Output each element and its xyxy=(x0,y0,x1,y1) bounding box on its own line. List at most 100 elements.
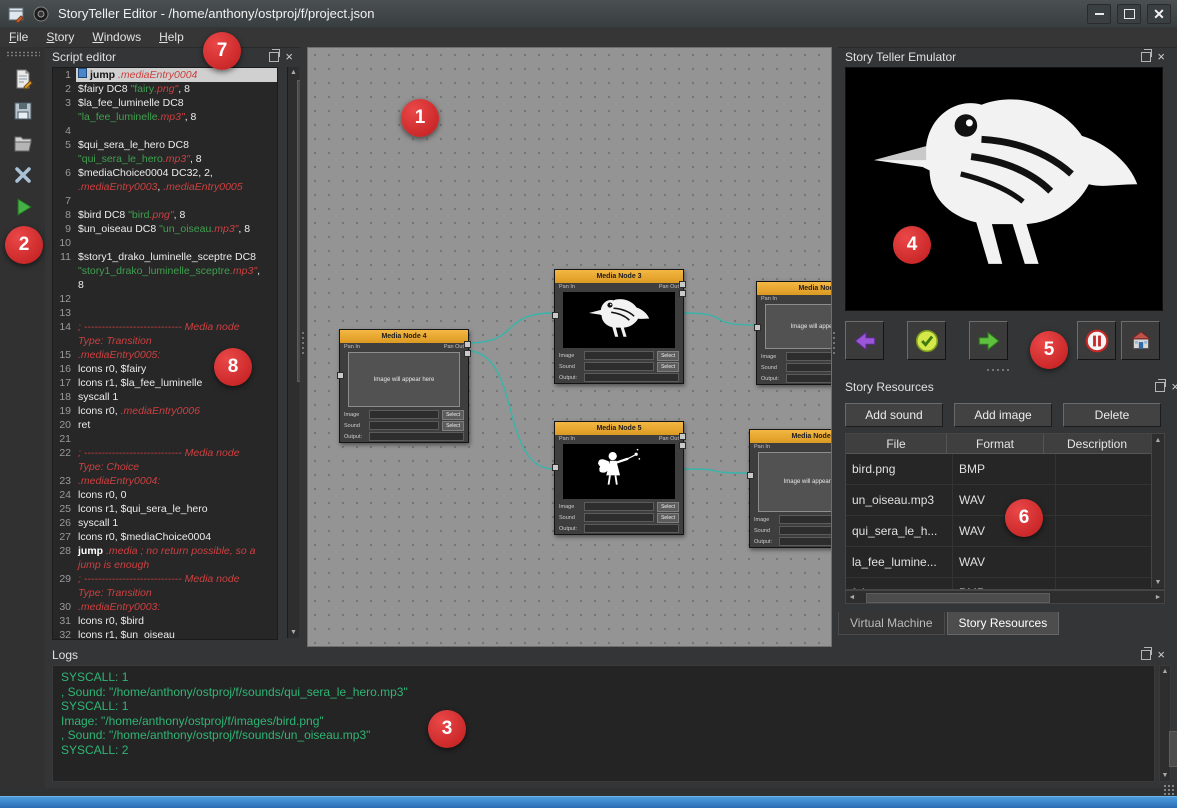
float-panel-icon[interactable] xyxy=(1141,650,1151,660)
script-line[interactable]: jump is enough xyxy=(53,558,277,572)
column-header-description[interactable]: Description xyxy=(1044,434,1150,453)
node-connection[interactable] xyxy=(467,351,554,469)
maximize-button[interactable] xyxy=(1117,4,1141,24)
scroll-up-icon[interactable]: ▲ xyxy=(288,67,299,78)
node-output-pin[interactable] xyxy=(679,281,686,288)
scroll-down-icon[interactable]: ▼ xyxy=(1152,576,1164,588)
close-button[interactable]: ✕ xyxy=(1147,4,1171,24)
script-line[interactable]: 32lcons r1, $un_oiseau xyxy=(53,628,277,640)
node-field-value[interactable] xyxy=(584,373,679,382)
close-panel-icon[interactable]: × xyxy=(1157,650,1165,659)
script-line[interactable]: Type: Transition xyxy=(53,334,277,348)
scroll-right-icon[interactable]: ► xyxy=(1152,591,1164,603)
close-panel-icon[interactable]: × xyxy=(1157,52,1165,61)
node-field-value[interactable] xyxy=(779,537,832,546)
node-connection[interactable] xyxy=(467,313,554,343)
node-title[interactable]: Media Node 5 xyxy=(555,422,683,435)
node-title[interactable]: Media Node 2 xyxy=(757,282,832,295)
node-field-value[interactable] xyxy=(779,515,832,524)
graph-node[interactable]: Media Node 2Pan InPan OutImage will appe… xyxy=(756,281,832,385)
node-select-button[interactable]: Select xyxy=(657,502,679,512)
graph-node[interactable]: Media Node 5Pan InPan OutImageSelectSoun… xyxy=(554,421,684,535)
menu-story[interactable]: Story xyxy=(37,28,83,46)
script-line[interactable]: 3$la_fee_luminelle DC8 xyxy=(53,96,277,110)
close-panel-icon[interactable]: × xyxy=(1171,382,1177,391)
script-line[interactable]: 1jump .mediaEntry0004 xyxy=(53,68,277,82)
script-line[interactable]: "story1_drako_luminelle_sceptre.mp3", xyxy=(53,264,277,278)
node-title[interactable]: Media Node 4 xyxy=(340,330,468,343)
script-line[interactable]: 27lcons r0, $mediaChoice0004 xyxy=(53,530,277,544)
resize-grip[interactable] xyxy=(1163,784,1175,796)
left-splitter[interactable] xyxy=(300,47,307,645)
scroll-down-icon[interactable]: ▼ xyxy=(1160,770,1170,781)
dock-section-handle[interactable] xyxy=(997,369,999,371)
node-select-button[interactable]: Select xyxy=(657,351,679,361)
scrollbar-thumb[interactable] xyxy=(866,593,1050,603)
script-line[interactable]: 26syscall 1 xyxy=(53,516,277,530)
scroll-left-icon[interactable]: ◄ xyxy=(846,591,858,603)
node-field-value[interactable] xyxy=(786,352,832,361)
node-field-value[interactable] xyxy=(369,432,464,441)
node-field-value[interactable] xyxy=(369,410,439,419)
graph-node[interactable]: Media Node 6Pan InPan OutImage will appe… xyxy=(749,429,832,548)
table-row[interactable]: la_fee_lumine...WAV xyxy=(846,547,1164,578)
script-line[interactable]: 9$un_oiseau DC8 "un_oiseau.mp3", 8 xyxy=(53,222,277,236)
menu-help[interactable]: Help xyxy=(150,28,193,46)
node-field-value[interactable] xyxy=(584,524,679,533)
graph-node[interactable]: Media Node 4Pan InPan OutImage will appe… xyxy=(339,329,469,443)
scroll-up-icon[interactable]: ▲ xyxy=(1160,666,1170,677)
add-image-button[interactable]: Add image xyxy=(954,403,1052,427)
script-line[interactable]: 20ret xyxy=(53,418,277,432)
close-panel-icon[interactable]: × xyxy=(285,52,293,61)
script-line[interactable]: 25lcons r1, $qui_sera_le_hero xyxy=(53,502,277,516)
node-field-value[interactable] xyxy=(584,513,654,522)
resources-titlebar[interactable]: Story Resources × xyxy=(838,377,1177,396)
toolbar-grip[interactable] xyxy=(6,51,40,57)
node-field-value[interactable] xyxy=(369,421,439,430)
logs-titlebar[interactable]: Logs × xyxy=(45,645,1172,664)
new-script-button[interactable] xyxy=(8,65,38,93)
script-line[interactable]: 28jump .media ; no return possible, so a xyxy=(53,544,277,558)
table-scrollbar[interactable]: ▲ ▼ xyxy=(1151,434,1164,588)
node-input-pin[interactable] xyxy=(552,464,559,471)
node-title[interactable]: Media Node 3 xyxy=(555,270,683,283)
node-input-pin[interactable] xyxy=(754,324,761,331)
node-output-pin[interactable] xyxy=(464,350,471,357)
script-line[interactable]: 22; ---------------------------- Media n… xyxy=(53,446,277,460)
script-line[interactable]: 29; ---------------------------- Media n… xyxy=(53,572,277,586)
minimize-button[interactable] xyxy=(1087,4,1111,24)
float-panel-icon[interactable] xyxy=(1141,52,1151,62)
script-line[interactable]: 11$story1_drako_luminelle_sceptre DC8 xyxy=(53,250,277,264)
node-connection[interactable] xyxy=(682,469,749,473)
logs-output[interactable]: SYSCALL: 1, Sound: "/home/anthony/ostpro… xyxy=(52,665,1155,782)
node-select-button[interactable]: Select xyxy=(442,421,464,431)
script-line[interactable]: "qui_sera_le_hero.mp3", 8 xyxy=(53,152,277,166)
script-line[interactable]: 10 xyxy=(53,236,277,250)
node-input-pin[interactable] xyxy=(552,312,559,319)
script-line[interactable]: 21 xyxy=(53,432,277,446)
open-button[interactable] xyxy=(8,129,38,157)
scroll-down-icon[interactable]: ▼ xyxy=(288,627,299,638)
node-output-pin[interactable] xyxy=(679,433,686,440)
script-line[interactable]: .mediaEntry0003, .mediaEntry0005 xyxy=(53,180,277,194)
pause-button[interactable] xyxy=(1077,321,1116,360)
node-select-button[interactable]: Select xyxy=(657,513,679,523)
float-panel-icon[interactable] xyxy=(1155,382,1165,392)
column-header-format[interactable]: Format xyxy=(947,434,1044,453)
node-field-value[interactable] xyxy=(786,374,832,383)
tab-story-resources[interactable]: Story Resources xyxy=(947,612,1060,635)
close-project-button[interactable] xyxy=(8,161,38,189)
script-line[interactable]: 23.mediaEntry0004: xyxy=(53,474,277,488)
script-line[interactable]: 6$mediaChoice0004 DC32, 2, xyxy=(53,166,277,180)
save-button[interactable] xyxy=(8,97,38,125)
script-line[interactable]: 12 xyxy=(53,292,277,306)
next-button[interactable] xyxy=(969,321,1008,360)
script-line[interactable]: 2$fairy DC8 "fairy.png", 8 xyxy=(53,82,277,96)
script-editor-titlebar[interactable]: Script editor × xyxy=(45,47,300,66)
table-horizontal-scrollbar[interactable]: ◄ ► xyxy=(845,590,1165,604)
home-button[interactable] xyxy=(1121,321,1160,360)
menu-file[interactable]: File xyxy=(0,28,37,46)
script-line[interactable]: 24lcons r0, 0 xyxy=(53,488,277,502)
node-select-button[interactable]: Select xyxy=(657,362,679,372)
run-story-button[interactable] xyxy=(8,193,38,221)
